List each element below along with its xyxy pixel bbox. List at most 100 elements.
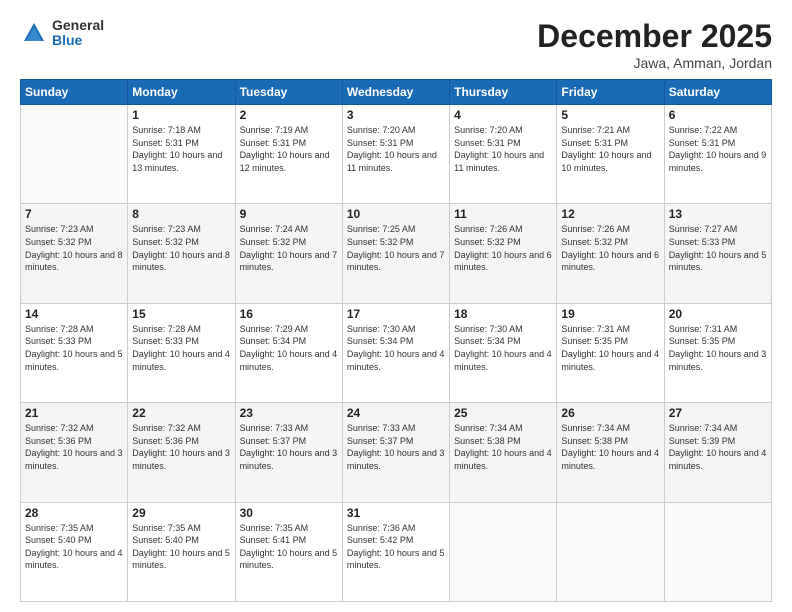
calendar-subtitle: Jawa, Amman, Jordan [537, 55, 772, 71]
calendar-cell: 25 Sunrise: 7:34 AM Sunset: 5:38 PM Dayli… [450, 403, 557, 502]
day-info: Sunrise: 7:30 AM Sunset: 5:34 PM Dayligh… [347, 323, 445, 373]
day-number: 18 [454, 307, 552, 321]
day-number: 27 [669, 406, 767, 420]
day-number: 23 [240, 406, 338, 420]
day-info: Sunrise: 7:21 AM Sunset: 5:31 PM Dayligh… [561, 124, 659, 174]
day-number: 3 [347, 108, 445, 122]
logo: General Blue [20, 18, 104, 49]
calendar-cell: 26 Sunrise: 7:34 AM Sunset: 5:38 PM Dayli… [557, 403, 664, 502]
day-info: Sunrise: 7:33 AM Sunset: 5:37 PM Dayligh… [240, 422, 338, 472]
day-info: Sunrise: 7:29 AM Sunset: 5:34 PM Dayligh… [240, 323, 338, 373]
logo-blue: Blue [52, 33, 104, 48]
col-thursday: Thursday [450, 80, 557, 105]
col-saturday: Saturday [664, 80, 771, 105]
calendar-cell: 27 Sunrise: 7:34 AM Sunset: 5:39 PM Dayli… [664, 403, 771, 502]
calendar-cell [21, 105, 128, 204]
day-number: 9 [240, 207, 338, 221]
day-info: Sunrise: 7:26 AM Sunset: 5:32 PM Dayligh… [561, 223, 659, 273]
calendar-cell: 20 Sunrise: 7:31 AM Sunset: 5:35 PM Dayli… [664, 303, 771, 402]
day-info: Sunrise: 7:34 AM Sunset: 5:38 PM Dayligh… [454, 422, 552, 472]
day-info: Sunrise: 7:34 AM Sunset: 5:39 PM Dayligh… [669, 422, 767, 472]
day-number: 26 [561, 406, 659, 420]
day-info: Sunrise: 7:31 AM Sunset: 5:35 PM Dayligh… [669, 323, 767, 373]
col-monday: Monday [128, 80, 235, 105]
calendar-week-5: 28Sunrise: 7:35 AM Sunset: 5:40 PM Dayli… [21, 502, 772, 601]
day-info: Sunrise: 7:36 AM Sunset: 5:42 PM Dayligh… [347, 522, 445, 572]
calendar-cell [557, 502, 664, 601]
calendar-cell: 28Sunrise: 7:35 AM Sunset: 5:40 PM Dayli… [21, 502, 128, 601]
day-number: 12 [561, 207, 659, 221]
calendar-table: Sunday Monday Tuesday Wednesday Thursday… [20, 79, 772, 602]
day-number: 20 [669, 307, 767, 321]
calendar-cell: 19 Sunrise: 7:31 AM Sunset: 5:35 PM Dayli… [557, 303, 664, 402]
day-number: 2 [240, 108, 338, 122]
day-number: 15 [132, 307, 230, 321]
day-number: 8 [132, 207, 230, 221]
calendar-cell: 11Sunrise: 7:26 AM Sunset: 5:32 PM Dayli… [450, 204, 557, 303]
col-friday: Friday [557, 80, 664, 105]
day-info: Sunrise: 7:23 AM Sunset: 5:32 PM Dayligh… [132, 223, 230, 273]
calendar-cell: 14 Sunrise: 7:28 AM Sunset: 5:33 PM Dayli… [21, 303, 128, 402]
calendar-cell: 7 Sunrise: 7:23 AM Sunset: 5:32 PM Daylig… [21, 204, 128, 303]
calendar-cell: 13 Sunrise: 7:27 AM Sunset: 5:33 PM Dayli… [664, 204, 771, 303]
day-number: 19 [561, 307, 659, 321]
calendar-cell: 23 Sunrise: 7:33 AM Sunset: 5:37 PM Dayli… [235, 403, 342, 502]
logo-icon [20, 19, 48, 47]
day-info: Sunrise: 7:31 AM Sunset: 5:35 PM Dayligh… [561, 323, 659, 373]
calendar-cell: 10Sunrise: 7:25 AM Sunset: 5:32 PM Dayli… [342, 204, 449, 303]
day-info: Sunrise: 7:18 AM Sunset: 5:31 PM Dayligh… [132, 124, 230, 174]
calendar-cell: 31 Sunrise: 7:36 AM Sunset: 5:42 PM Dayli… [342, 502, 449, 601]
day-info: Sunrise: 7:33 AM Sunset: 5:37 PM Dayligh… [347, 422, 445, 472]
day-number: 17 [347, 307, 445, 321]
calendar-cell: 4 Sunrise: 7:20 AM Sunset: 5:31 PM Daylig… [450, 105, 557, 204]
calendar-cell [664, 502, 771, 601]
calendar-cell: 9 Sunrise: 7:24 AM Sunset: 5:32 PM Daylig… [235, 204, 342, 303]
day-info: Sunrise: 7:28 AM Sunset: 5:33 PM Dayligh… [25, 323, 123, 373]
day-info: Sunrise: 7:20 AM Sunset: 5:31 PM Dayligh… [454, 124, 552, 174]
calendar-cell: 22Sunrise: 7:32 AM Sunset: 5:36 PM Dayli… [128, 403, 235, 502]
day-number: 16 [240, 307, 338, 321]
calendar-cell [450, 502, 557, 601]
logo-text: General Blue [52, 18, 104, 49]
col-sunday: Sunday [21, 80, 128, 105]
day-info: Sunrise: 7:35 AM Sunset: 5:40 PM Dayligh… [132, 522, 230, 572]
day-number: 24 [347, 406, 445, 420]
day-info: Sunrise: 7:19 AM Sunset: 5:31 PM Dayligh… [240, 124, 338, 174]
header: General Blue December 2025 Jawa, Amman, … [20, 18, 772, 71]
calendar-cell: 30Sunrise: 7:35 AM Sunset: 5:41 PM Dayli… [235, 502, 342, 601]
day-info: Sunrise: 7:27 AM Sunset: 5:33 PM Dayligh… [669, 223, 767, 273]
day-number: 14 [25, 307, 123, 321]
day-info: Sunrise: 7:23 AM Sunset: 5:32 PM Dayligh… [25, 223, 123, 273]
calendar-cell: 24 Sunrise: 7:33 AM Sunset: 5:37 PM Dayli… [342, 403, 449, 502]
day-number: 7 [25, 207, 123, 221]
day-info: Sunrise: 7:26 AM Sunset: 5:32 PM Dayligh… [454, 223, 552, 273]
calendar-cell: 8 Sunrise: 7:23 AM Sunset: 5:32 PM Daylig… [128, 204, 235, 303]
calendar-cell: 5Sunrise: 7:21 AM Sunset: 5:31 PM Daylig… [557, 105, 664, 204]
day-number: 13 [669, 207, 767, 221]
day-number: 30 [240, 506, 338, 520]
calendar-week-4: 21Sunrise: 7:32 AM Sunset: 5:36 PM Dayli… [21, 403, 772, 502]
calendar-cell: 12 Sunrise: 7:26 AM Sunset: 5:32 PM Dayli… [557, 204, 664, 303]
day-info: Sunrise: 7:35 AM Sunset: 5:40 PM Dayligh… [25, 522, 123, 572]
day-info: Sunrise: 7:28 AM Sunset: 5:33 PM Dayligh… [132, 323, 230, 373]
day-number: 25 [454, 406, 552, 420]
day-number: 6 [669, 108, 767, 122]
calendar-cell: 6Sunrise: 7:22 AM Sunset: 5:31 PM Daylig… [664, 105, 771, 204]
calendar-cell: 2 Sunrise: 7:19 AM Sunset: 5:31 PM Daylig… [235, 105, 342, 204]
col-wednesday: Wednesday [342, 80, 449, 105]
calendar-cell: 15 Sunrise: 7:28 AM Sunset: 5:33 PM Dayli… [128, 303, 235, 402]
calendar-cell: 16 Sunrise: 7:29 AM Sunset: 5:34 PM Dayli… [235, 303, 342, 402]
calendar-cell: 29Sunrise: 7:35 AM Sunset: 5:40 PM Dayli… [128, 502, 235, 601]
day-info: Sunrise: 7:25 AM Sunset: 5:32 PM Dayligh… [347, 223, 445, 273]
calendar-cell: 18 Sunrise: 7:30 AM Sunset: 5:34 PM Dayli… [450, 303, 557, 402]
calendar-cell: 21Sunrise: 7:32 AM Sunset: 5:36 PM Dayli… [21, 403, 128, 502]
day-number: 4 [454, 108, 552, 122]
day-info: Sunrise: 7:30 AM Sunset: 5:34 PM Dayligh… [454, 323, 552, 373]
day-info: Sunrise: 7:24 AM Sunset: 5:32 PM Dayligh… [240, 223, 338, 273]
day-number: 22 [132, 406, 230, 420]
logo-general: General [52, 18, 104, 33]
calendar-cell: 1Sunrise: 7:18 AM Sunset: 5:31 PM Daylig… [128, 105, 235, 204]
day-info: Sunrise: 7:34 AM Sunset: 5:38 PM Dayligh… [561, 422, 659, 472]
day-number: 31 [347, 506, 445, 520]
day-info: Sunrise: 7:20 AM Sunset: 5:31 PM Dayligh… [347, 124, 445, 174]
